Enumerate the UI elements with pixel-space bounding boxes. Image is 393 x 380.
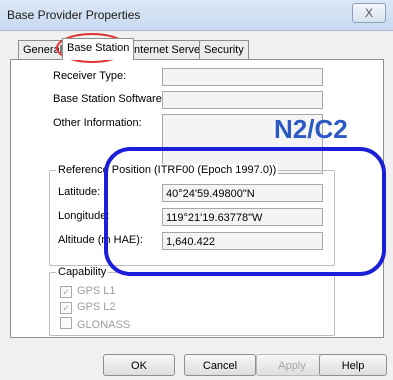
gps-l1-checkbox[interactable]: ✓ GPS L1 xyxy=(60,285,116,298)
cancel-button[interactable]: Cancel xyxy=(184,354,256,376)
capability-group: Capability ✓ GPS L1 ✓ GPS L2 GLONASS xyxy=(49,266,335,336)
reference-position-highlight-box xyxy=(104,147,386,276)
tab-base-station-label: Base Station xyxy=(67,42,130,54)
glonass-label: GLONASS xyxy=(77,319,131,331)
tab-internet-server-label: Internet Server xyxy=(131,44,204,56)
tab-base-station[interactable]: Base Station xyxy=(62,38,135,60)
ok-button[interactable]: OK xyxy=(103,354,175,376)
annotation-label: N2/C2 xyxy=(274,114,348,144)
tab-security[interactable]: Security xyxy=(199,40,249,60)
longitude-label: Longitude: xyxy=(58,210,110,222)
title-bar: Base Provider Properties X xyxy=(0,0,393,31)
close-icon: X xyxy=(364,6,373,20)
gps-l2-label: GPS L2 xyxy=(77,301,116,313)
base-station-software-field[interactable] xyxy=(162,91,323,109)
gps-l2-checkbox[interactable]: ✓ GPS L2 xyxy=(60,301,116,314)
checkbox-checked-icon: ✓ xyxy=(60,286,72,298)
help-button[interactable]: Help xyxy=(319,354,387,376)
window-title: Base Provider Properties xyxy=(7,8,141,22)
apply-button[interactable]: Apply xyxy=(256,354,328,376)
tab-internet-server[interactable]: Internet Server xyxy=(126,40,209,60)
other-information-label: Other Information: xyxy=(53,117,142,129)
base-station-software-label: Base Station Software: xyxy=(53,93,165,105)
tab-security-label: Security xyxy=(204,44,244,56)
checkbox-unchecked-icon xyxy=(60,317,72,329)
gps-l1-label: GPS L1 xyxy=(77,285,116,297)
checkbox-checked-icon: ✓ xyxy=(60,302,72,314)
glonass-checkbox[interactable]: GLONASS xyxy=(60,317,130,331)
receiver-type-field[interactable] xyxy=(162,68,323,86)
latitude-label: Latitude: xyxy=(58,186,101,198)
close-button[interactable]: X xyxy=(352,3,386,23)
capability-legend: Capability xyxy=(56,266,109,278)
receiver-type-label: Receiver Type: xyxy=(53,70,127,82)
